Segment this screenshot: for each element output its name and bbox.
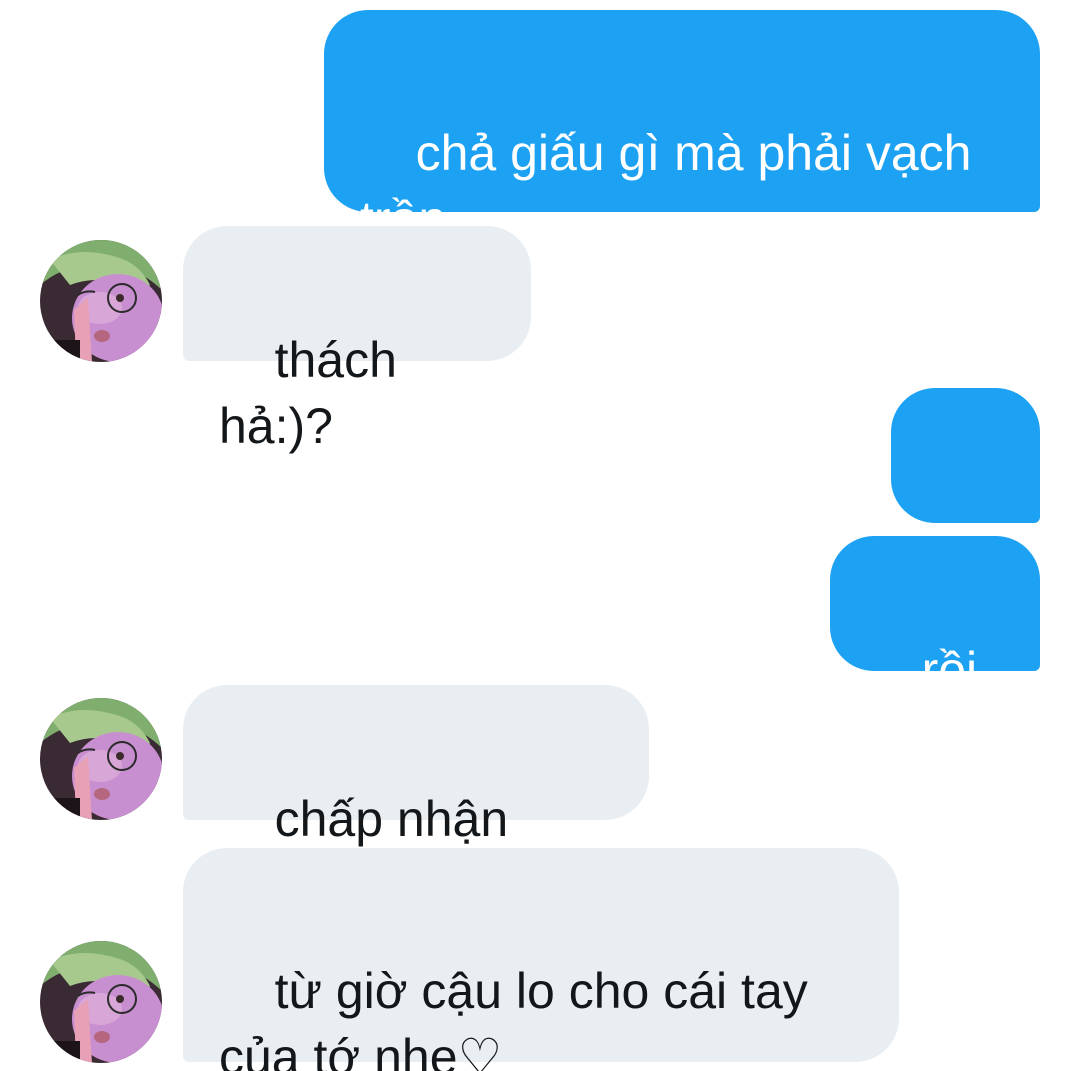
contact-avatar[interactable] <box>40 698 162 820</box>
message-thread: chả giấu gì mà phải vạch trần thách hả:)… <box>0 0 1080 1071</box>
user-avatar-photo-icon <box>40 698 162 820</box>
message-text: rồi ok <box>866 642 992 764</box>
contact-avatar[interactable] <box>40 941 162 1063</box>
message-text: thách hả:)? <box>219 332 411 454</box>
message-text: từ giờ cậu lo cho cái tay của tớ nhe♡ <box>219 963 822 1071</box>
sent-message-bubble[interactable]: rồi ok <box>830 536 1040 764</box>
user-avatar-photo-icon <box>40 941 162 1063</box>
received-message-bubble[interactable]: từ giờ cậu lo cho cái tay của tớ nhe♡ <box>183 848 899 1071</box>
received-message-bubble[interactable]: thách hả:)? <box>183 226 531 454</box>
sent-message-bubble[interactable]: mẹ <box>891 388 1040 616</box>
received-message-bubble[interactable]: chấp nhận nhá? <box>183 685 649 913</box>
contact-avatar[interactable] <box>40 240 162 362</box>
sent-message-bubble[interactable]: chả giấu gì mà phải vạch trần <box>324 10 1040 247</box>
user-avatar-photo-icon <box>40 240 162 362</box>
